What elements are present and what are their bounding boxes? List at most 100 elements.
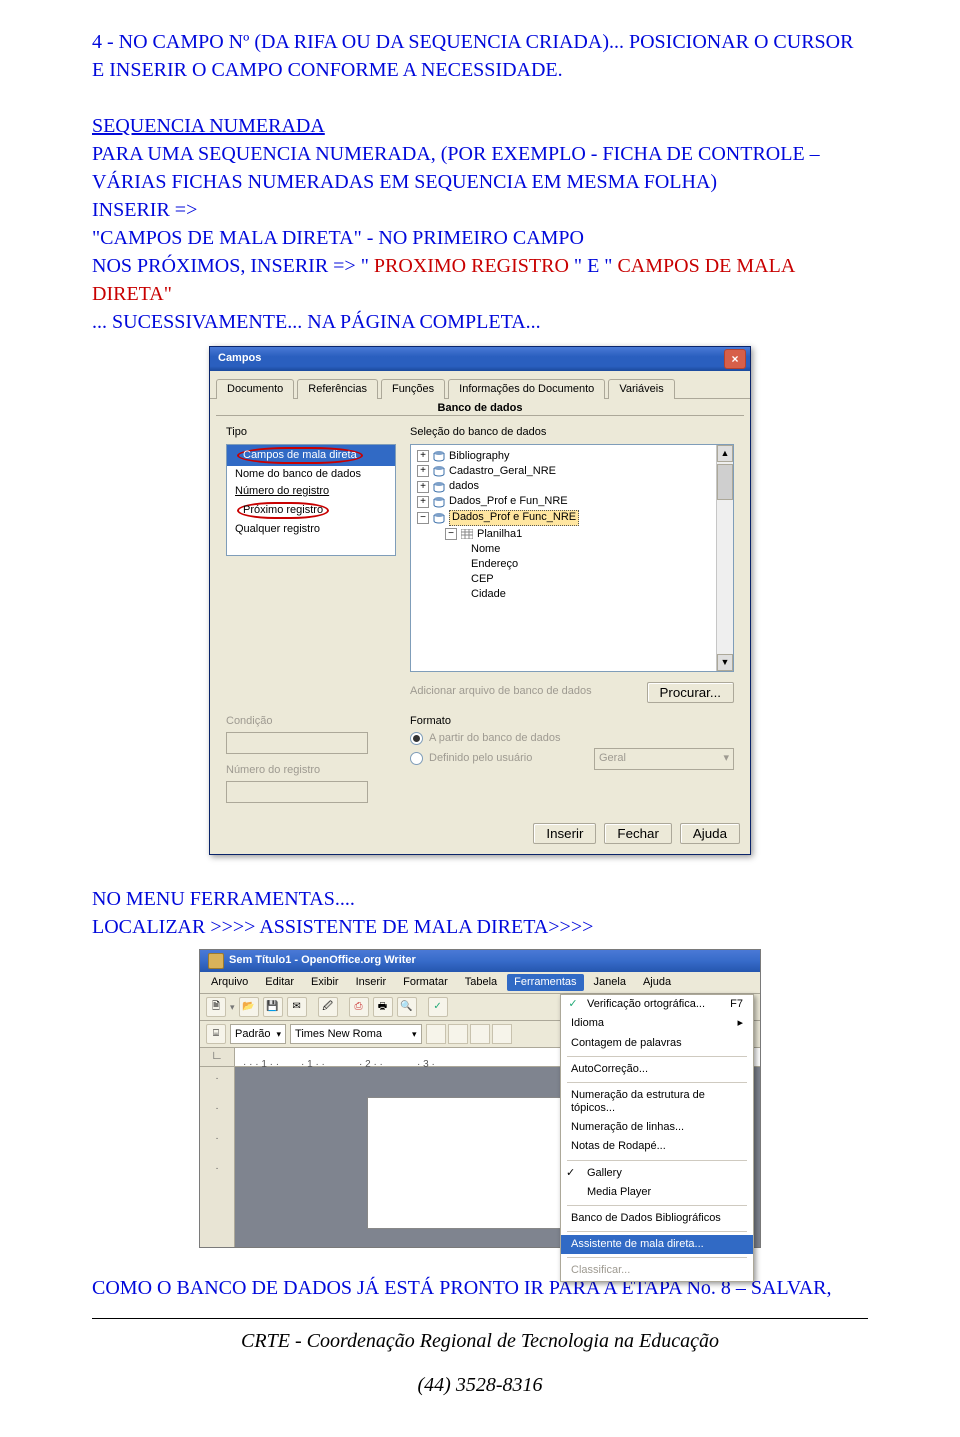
menu-exibir[interactable]: Exibir [304, 974, 346, 991]
database-icon [433, 496, 445, 508]
chevron-down-icon: ▾ [276, 1029, 281, 1040]
ruler-button[interactable]: ∟ [200, 1048, 235, 1066]
export-pdf-icon[interactable]: ⎙ [349, 997, 369, 1017]
tipo-item-3[interactable]: Próximo registro [237, 502, 329, 519]
plus-icon[interactable]: + [417, 465, 429, 477]
tree-item-2[interactable]: dados [449, 480, 479, 493]
menu-arquivo[interactable]: Arquivo [204, 974, 255, 991]
open-icon[interactable]: 📂 [239, 997, 259, 1017]
tab-documento[interactable]: Documento [216, 379, 294, 399]
tree-field-3[interactable]: Cidade [471, 587, 729, 602]
tipo-item-0[interactable]: Campos de mala direta [237, 447, 363, 464]
condicao-label: Condição [226, 715, 396, 728]
procurar-button[interactable]: Procurar... [647, 682, 734, 703]
vertical-ruler[interactable]: ···· [200, 1067, 235, 1247]
fechar-button[interactable]: Fechar [604, 823, 671, 844]
add-db-label: Adicionar arquivo de banco de dados [410, 685, 592, 698]
dd-media-player[interactable]: Media Player [561, 1183, 753, 1202]
dd-classificar: Classificar... [561, 1261, 753, 1280]
align-justify-icon[interactable] [492, 1024, 512, 1044]
inserir-button[interactable]: Inserir [533, 823, 596, 844]
tree-item-4[interactable]: Dados_Prof e Func_NRE [449, 510, 579, 525]
preview-icon[interactable]: 🔍 [397, 997, 417, 1017]
tree-field-2[interactable]: CEP [471, 572, 729, 587]
dd-banco-biblio[interactable]: Banco de Dados Bibliográficos [561, 1209, 753, 1228]
radio-db-format[interactable] [410, 732, 423, 745]
new-doc-icon[interactable]: 🗎 [206, 997, 226, 1017]
dd-autocorrecao[interactable]: AutoCorreção... [561, 1060, 753, 1079]
tab-variaveis[interactable]: Variáveis [608, 379, 674, 399]
ajuda-button[interactable]: Ajuda [680, 823, 740, 844]
menu-editar[interactable]: Editar [258, 974, 301, 991]
media-icon [566, 1185, 580, 1199]
menu-ajuda[interactable]: Ajuda [636, 974, 678, 991]
chevron-down-icon: ▾ [412, 1029, 417, 1040]
db-tree[interactable]: + Bibliography + Cadastro_Geral_NRE + dados… [410, 444, 734, 672]
tree-item-0[interactable]: Bibliography [449, 450, 510, 463]
seq-sucess: ... SUCESSIVAMENTE... NA PÁGINA COMPLETA… [92, 311, 541, 333]
menu-ferramentas[interactable]: Ferramentas [507, 974, 583, 991]
align-left-icon[interactable] [426, 1024, 446, 1044]
seq-campos: "CAMPOS DE MALA DIRETA" - NO PRIMEIRO CA… [92, 227, 584, 249]
tree-item-3[interactable]: Dados_Prof e Fun_NRE [449, 495, 568, 508]
tipo-item-4[interactable]: Qualquer registro [227, 521, 395, 538]
dd-num-estrutura[interactable]: Numeração da estrutura de tópicos... [561, 1086, 753, 1118]
tab-active[interactable]: Banco de dados [210, 398, 750, 415]
seq-para2: VÁRIAS FICHAS NUMERADAS EM SEQUENCIA EM … [92, 171, 717, 193]
tree-field-1[interactable]: Endereço [471, 557, 729, 572]
selecao-label: Seleção do banco de dados [410, 426, 734, 439]
spellcheck-icon[interactable]: ✓ [428, 997, 448, 1017]
tab-referencias[interactable]: Referências [297, 379, 378, 399]
menu-tabela[interactable]: Tabela [458, 974, 504, 991]
styles-icon[interactable]: ⌸ [206, 1024, 226, 1044]
plus-icon[interactable]: + [417, 496, 429, 508]
ferramentas-dropdown: ✓Verificação ortográfica...F7 Idioma▸ Co… [560, 994, 754, 1281]
minus-icon[interactable]: − [445, 528, 457, 540]
dd-verif-ort[interactable]: ✓Verificação ortográfica...F7 [561, 995, 753, 1014]
style-select[interactable]: Padrão▾ [230, 1024, 286, 1044]
campos-dialog: Campos × Documento Referências Funções I… [209, 346, 751, 855]
dd-assistente-mala[interactable]: Assistente de mala direta... [561, 1235, 753, 1254]
menu-formatar[interactable]: Formatar [396, 974, 455, 991]
tree-planilha[interactable]: Planilha1 [477, 528, 522, 541]
scroll-up-icon[interactable]: ▲ [717, 445, 733, 462]
mail-icon[interactable]: ✉ [287, 997, 307, 1017]
edit-doc-icon[interactable]: 🖉 [318, 997, 338, 1017]
tipo-item-2[interactable]: Número do registro [235, 485, 329, 497]
print-icon[interactable]: 🖶 [373, 997, 393, 1017]
font-select[interactable]: Times New Roma▾ [290, 1024, 422, 1044]
menu-inserir[interactable]: Inserir [349, 974, 394, 991]
seq-para1: PARA UMA SEQUENCIA NUMERADA, (POR EXEMPL… [92, 143, 820, 165]
dd-notas-rodape[interactable]: Notas de Rodapé... [561, 1137, 753, 1156]
scroll-down-icon[interactable]: ▼ [717, 654, 733, 671]
tab-funcoes[interactable]: Funções [381, 379, 445, 399]
footer-phone: (44) 3528-8316 [92, 1373, 868, 1397]
tab-infodoc[interactable]: Informações do Documento [448, 379, 605, 399]
dd-num-linhas[interactable]: Numeração de linhas... [561, 1118, 753, 1137]
minus-icon[interactable]: − [417, 512, 429, 524]
section4-line2: E INSERIR O CAMPO CONFORME A NECESSIDADE… [92, 59, 563, 81]
seq-prox-red: PROXIMO REGISTRO [374, 255, 569, 277]
plus-icon[interactable]: + [417, 481, 429, 493]
dialog-tabs: Documento Referências Funções Informaçõe… [210, 371, 750, 399]
dd-idioma[interactable]: Idioma▸ [561, 1014, 753, 1033]
close-icon[interactable]: × [724, 349, 746, 369]
tree-item-1[interactable]: Cadastro_Geral_NRE [449, 465, 556, 478]
align-center-icon[interactable] [448, 1024, 468, 1044]
writer-title: Sem Título1 - OpenOffice.org Writer [229, 954, 416, 967]
save-icon[interactable]: 💾 [263, 997, 283, 1017]
tipo-list[interactable]: Campos de mala direta Nome do banco de d… [226, 444, 396, 556]
align-right-icon[interactable] [470, 1024, 490, 1044]
menu-janela[interactable]: Janela [587, 974, 633, 991]
chevron-down-icon: ▾ [723, 752, 729, 765]
tipo-item-1[interactable]: Nome do banco de dados [227, 466, 395, 483]
scroll-thumb[interactable] [717, 464, 733, 500]
database-icon [433, 512, 445, 524]
scrollbar[interactable]: ▲ ▼ [716, 445, 733, 671]
dd-gallery[interactable]: ✓Gallery [561, 1164, 753, 1183]
database-icon [433, 465, 445, 477]
plus-icon[interactable]: + [417, 450, 429, 462]
dd-contagem[interactable]: Contagem de palavras [561, 1034, 753, 1053]
radio-user-format[interactable] [410, 752, 423, 765]
tree-field-0[interactable]: Nome [471, 542, 729, 557]
